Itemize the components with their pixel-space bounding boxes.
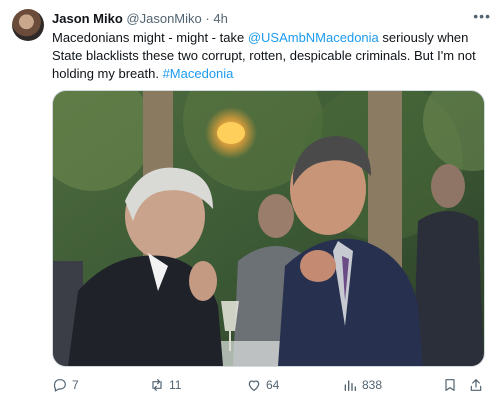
author-name[interactable]: Jason Miko xyxy=(52,11,123,26)
share-button[interactable] xyxy=(468,376,484,394)
separator-dot: · xyxy=(205,11,210,26)
repost-count: 11 xyxy=(169,378,182,392)
photo-scene xyxy=(53,91,484,366)
tweet-actions: 7 11 64 838 xyxy=(52,376,492,394)
hashtag-link[interactable]: #Macedonia xyxy=(163,66,234,81)
tweet-text: Macedonians might - might - take @USAmbN… xyxy=(52,29,492,83)
repost-button[interactable]: 11 xyxy=(149,376,181,394)
bookmark-button[interactable] xyxy=(442,376,458,394)
views-button[interactable]: 838 xyxy=(342,376,382,394)
like-count: 64 xyxy=(266,378,280,392)
views-count: 838 xyxy=(362,378,383,392)
timestamp[interactable]: 4h xyxy=(213,11,227,26)
more-icon[interactable]: ••• xyxy=(473,9,491,23)
repost-icon xyxy=(152,379,162,391)
bookmark-icon xyxy=(445,379,455,391)
tweet-header: Jason Miko @JasonMiko · 4h xyxy=(52,11,228,27)
author-handle[interactable]: @JasonMiko xyxy=(126,11,201,26)
author-avatar[interactable] xyxy=(12,9,44,41)
views-icon xyxy=(344,380,356,391)
mention-link[interactable]: @USAmbNMacedonia xyxy=(248,30,379,45)
reply-button[interactable]: 7 xyxy=(52,376,79,394)
reply-icon xyxy=(53,379,66,392)
heart-icon xyxy=(248,380,260,391)
tweet-text-part-1: Macedonians might - might - take xyxy=(52,30,248,45)
tweet-photo[interactable] xyxy=(52,90,485,367)
reply-count: 7 xyxy=(72,378,79,392)
share-icon xyxy=(470,379,482,391)
like-button[interactable]: 64 xyxy=(246,376,279,394)
